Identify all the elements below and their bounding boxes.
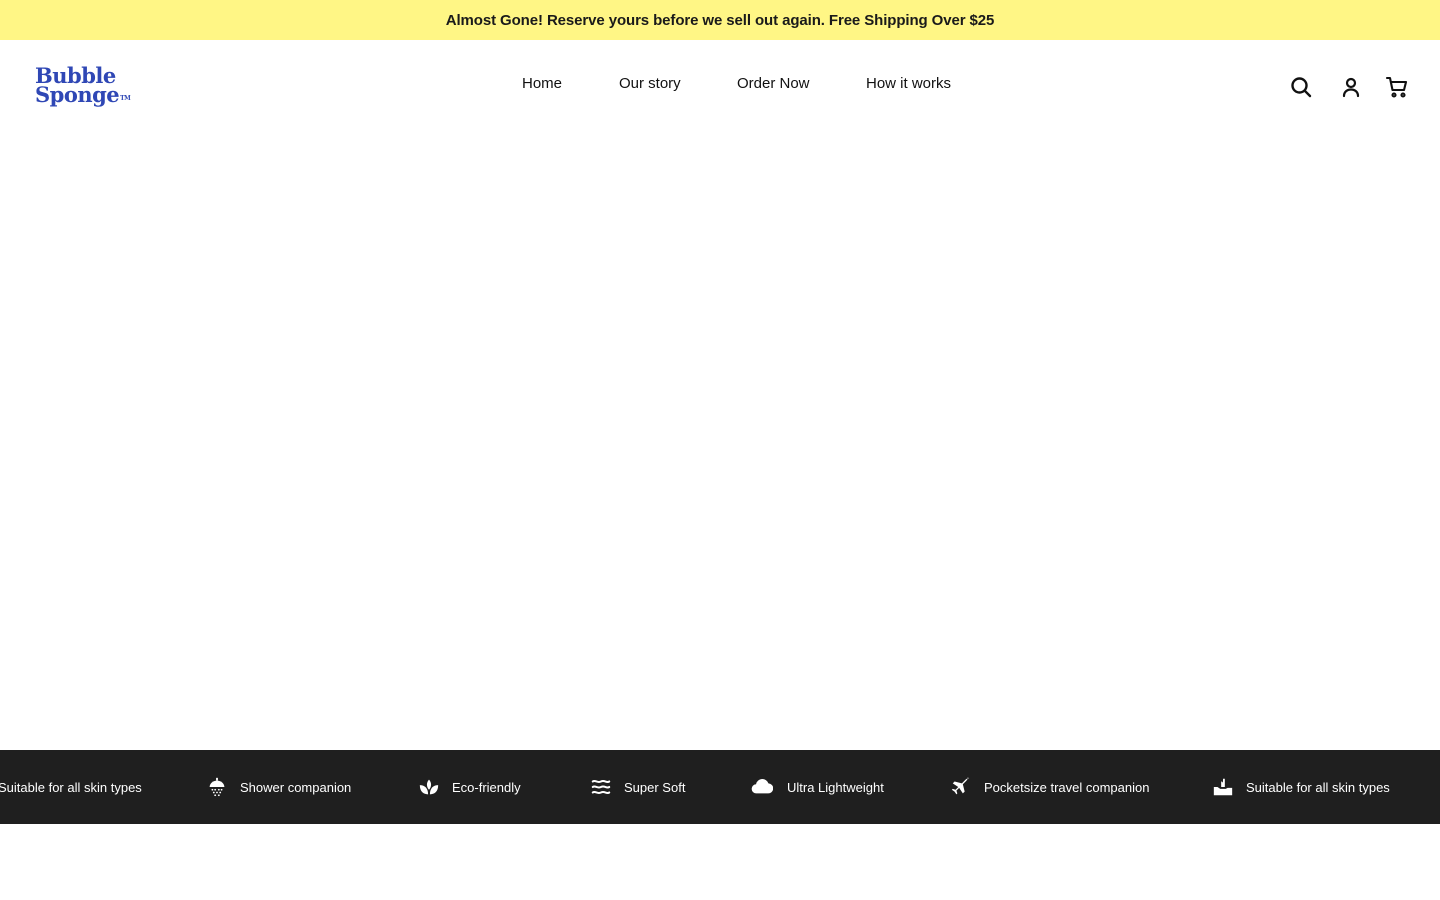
announcement-text: Almost Gone! Reserve yours before we sel… xyxy=(445,11,995,29)
nav-item-our-story[interactable]: Our story xyxy=(619,75,681,92)
marquee-item-skin-types-2: Suitable for all skin types xyxy=(1212,750,1390,824)
hand-icon xyxy=(1212,776,1234,798)
announcement-bar: Almost Gone! Reserve yours before we sel… xyxy=(0,0,1440,40)
nav-item-how-it-works[interactable]: How it works xyxy=(866,75,951,92)
marquee-label: Super Soft xyxy=(624,779,686,795)
account-button[interactable] xyxy=(1339,75,1363,99)
marquee-label: Eco-friendly xyxy=(452,779,521,795)
marquee-item-shower: Shower companion xyxy=(206,750,351,824)
nav-item-home[interactable]: Home xyxy=(522,75,562,92)
cart-button[interactable] xyxy=(1385,75,1409,99)
leaf-icon xyxy=(418,776,440,798)
shower-icon xyxy=(206,776,228,798)
marquee-label: Shower companion xyxy=(240,779,352,795)
cart-icon xyxy=(1385,75,1409,99)
features-marquee: Suitable for all skin types Shower compa… xyxy=(0,750,1440,824)
marquee-item-soft: Super Soft xyxy=(590,750,685,824)
nav-item-order-now[interactable]: Order Now xyxy=(737,75,810,92)
marquee-item-eco: Eco-friendly xyxy=(418,750,521,824)
marquee-item-lightweight: Ultra Lightweight xyxy=(751,750,884,824)
airplane-icon xyxy=(950,776,972,798)
site-header: Bubble SpongeTM Home Our story Order Now… xyxy=(0,40,1440,133)
marquee-item-travel: Pocketsize travel companion xyxy=(950,750,1149,824)
marquee-label: Suitable for all skin types xyxy=(0,779,142,795)
main-nav: Home Our story Order Now How it works xyxy=(0,75,1440,97)
marquee-label: Ultra Lightweight xyxy=(787,779,884,795)
marquee-label: Suitable for all skin types xyxy=(1246,779,1390,795)
hero-section xyxy=(0,133,1440,750)
search-icon xyxy=(1289,75,1313,99)
search-button[interactable] xyxy=(1289,75,1313,99)
page-bottom-space xyxy=(0,824,1440,900)
waves-icon xyxy=(590,776,612,798)
cloud-icon xyxy=(751,776,775,798)
account-icon xyxy=(1339,75,1363,99)
marquee-label: Pocketsize travel companion xyxy=(984,779,1150,795)
marquee-item-skin-types: Suitable for all skin types xyxy=(0,750,142,824)
